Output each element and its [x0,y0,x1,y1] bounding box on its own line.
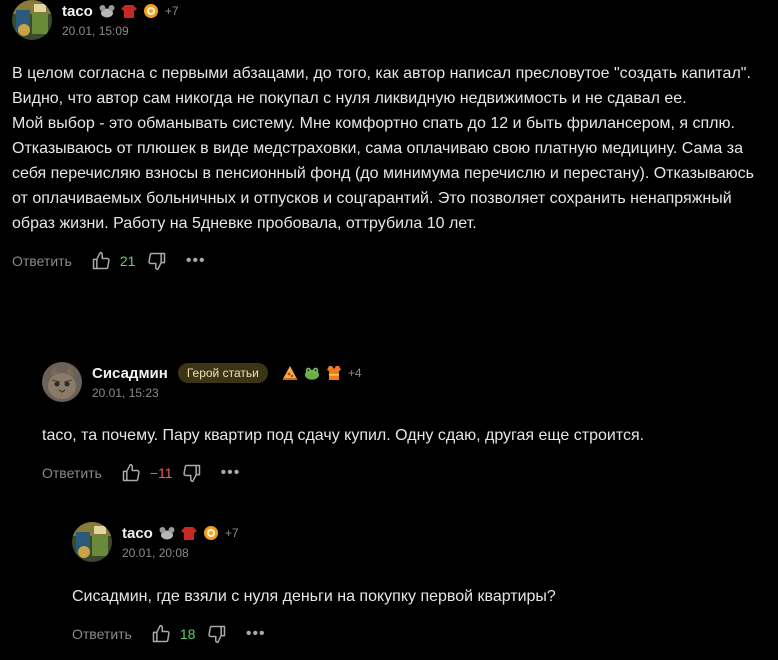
more-dots-icon[interactable]: ••• [221,464,241,482]
reply-button[interactable]: Ответить [12,253,72,269]
comment-date[interactable]: 20.01, 20:08 [122,546,239,560]
avatar[interactable] [72,522,112,562]
frog-badge-icon[interactable] [304,365,320,381]
extra-badges-count[interactable]: +7 [225,526,239,540]
mouse-badge-icon[interactable] [99,3,115,19]
comment-header: taco +7 20.01, 20:08 [72,522,778,562]
comment-text: Сисадмин, где взяли с нуля деньги на пок… [72,584,752,609]
comment: Сисадмин Герой статьи +4 20.01, 15:23 ta… [42,362,778,485]
comment-date[interactable]: 20.01, 15:23 [92,386,362,400]
avatar[interactable] [42,362,82,402]
sweater-badge-icon[interactable] [180,525,197,541]
comment-actions: Ответить 18 ••• [72,622,778,646]
author-name[interactable]: taco [122,525,153,542]
thumb-down-icon[interactable] [181,462,203,484]
comment-paragraph: Сисадмин, где взяли с нуля деньги на пок… [72,588,556,605]
hero-badge: Герой статьи [177,363,268,383]
comment-paragraph: taco, та почему. Пару квартир под сдачу … [42,427,645,444]
thumb-up-icon[interactable] [150,623,172,645]
comment-date[interactable]: 20.01, 15:09 [62,24,179,38]
mouse-badge-icon[interactable] [159,525,175,541]
coin-badge-icon[interactable] [203,525,219,541]
reply-button[interactable]: Ответить [42,465,102,481]
comment: taco +7 20.01, 15:09 В целом согласна с … [12,0,778,273]
comment-actions: Ответить 21 ••• [12,249,778,273]
more-dots-icon[interactable]: ••• [186,252,206,270]
thumb-down-icon[interactable] [146,250,168,272]
extra-badges-count[interactable]: +4 [348,366,362,380]
comment-paragraph: В целом согласна с первыми абзацами, до … [12,65,751,107]
thumb-up-icon[interactable] [90,250,112,272]
avatar[interactable] [12,0,52,40]
comment-text: В целом согласна с первыми абзацами, до … [12,61,764,236]
comment-actions: Ответить −11 ••• [42,461,778,485]
extra-badges-count[interactable]: +7 [165,4,179,18]
score: −11 [149,465,173,481]
more-dots-icon[interactable]: ••• [246,625,266,643]
score: 21 [119,253,136,269]
comment-paragraph: Мой выбор - это обманывать систему. Мне … [12,115,754,232]
coin-badge-icon[interactable] [143,3,159,19]
author-name[interactable]: taco [62,3,93,20]
comment-header: taco +7 20.01, 15:09 [12,0,778,40]
vest-badge-icon[interactable] [326,365,342,381]
sweater-badge-icon[interactable] [120,3,137,19]
score: 18 [179,626,196,642]
thumb-down-icon[interactable] [206,623,228,645]
author-name[interactable]: Сисадмин [92,365,168,382]
pizza-badge-icon[interactable] [282,365,298,381]
comment: taco +7 20.01, 20:08 Сисадмин, где взяли… [72,522,778,646]
thumb-up-icon[interactable] [120,462,142,484]
comment-text: taco, та почему. Пару квартир под сдачу … [42,423,742,448]
comment-header: Сисадмин Герой статьи +4 20.01, 15:23 [42,362,778,402]
reply-button[interactable]: Ответить [72,626,132,642]
